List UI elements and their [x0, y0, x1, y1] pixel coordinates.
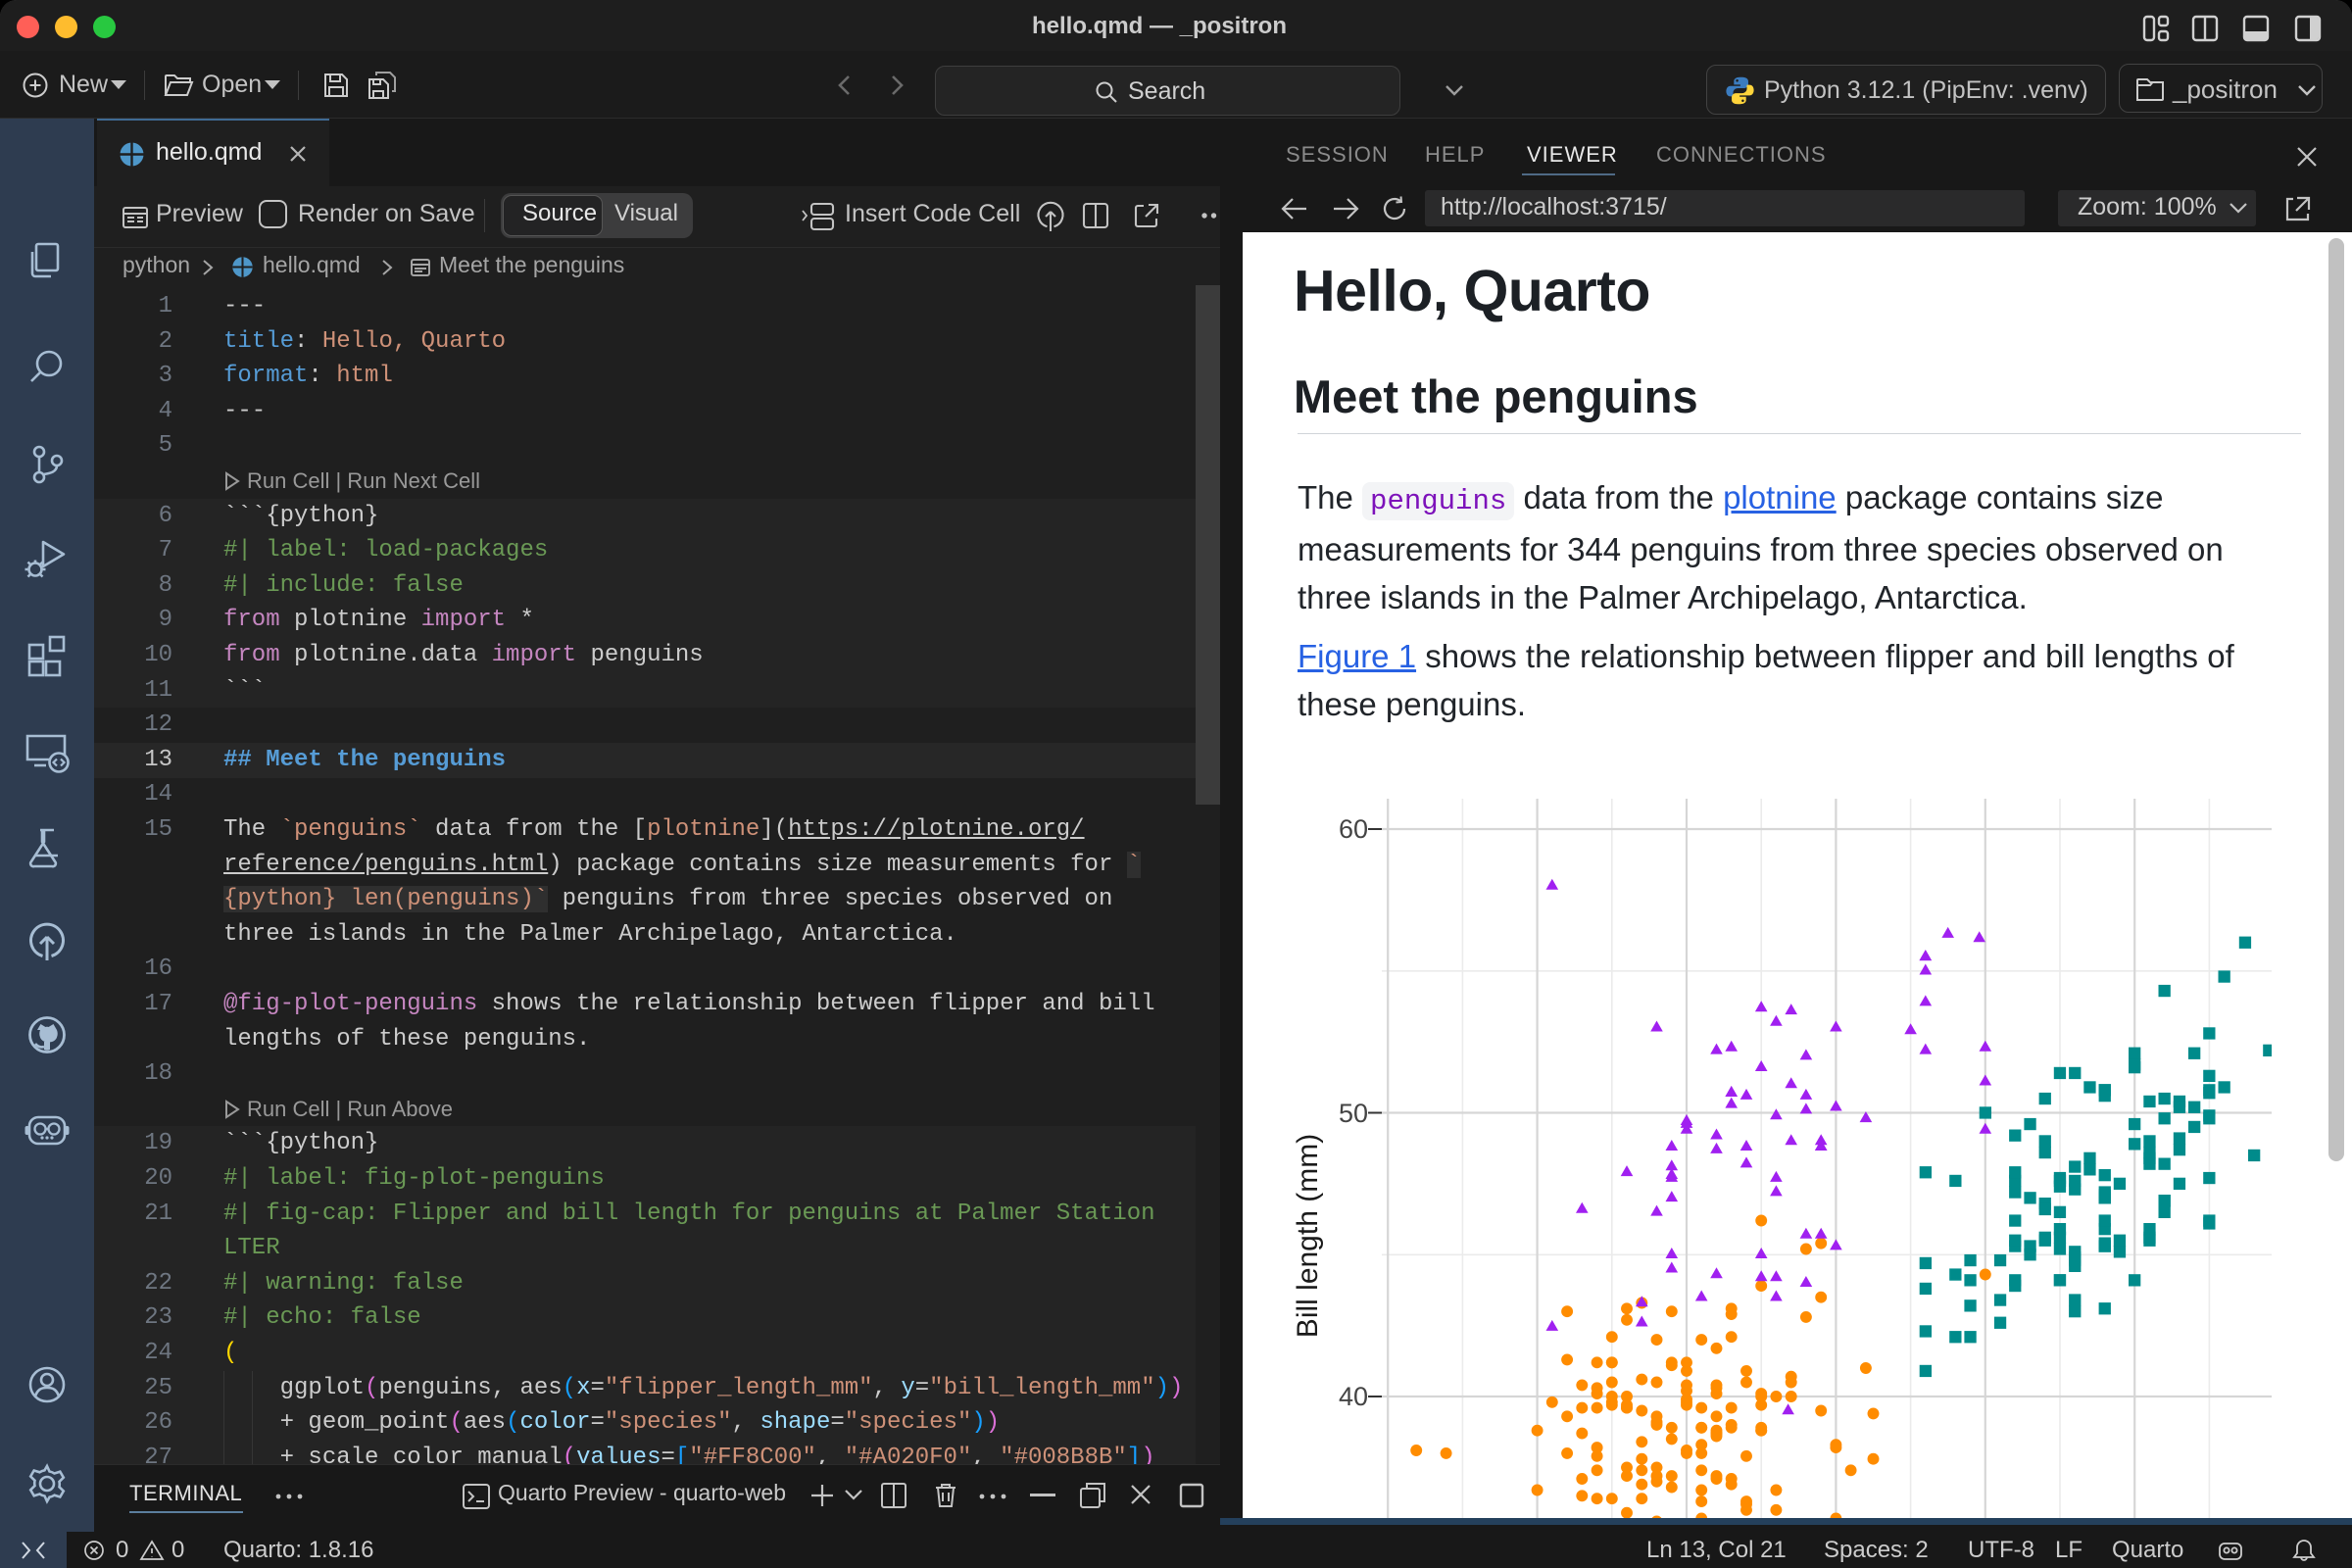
svg-text:50: 50 [1339, 1099, 1368, 1128]
svg-text:40: 40 [1339, 1382, 1368, 1411]
svg-text:Bill length (mm): Bill length (mm) [1292, 1134, 1324, 1338]
svg-text:60: 60 [1339, 814, 1368, 844]
